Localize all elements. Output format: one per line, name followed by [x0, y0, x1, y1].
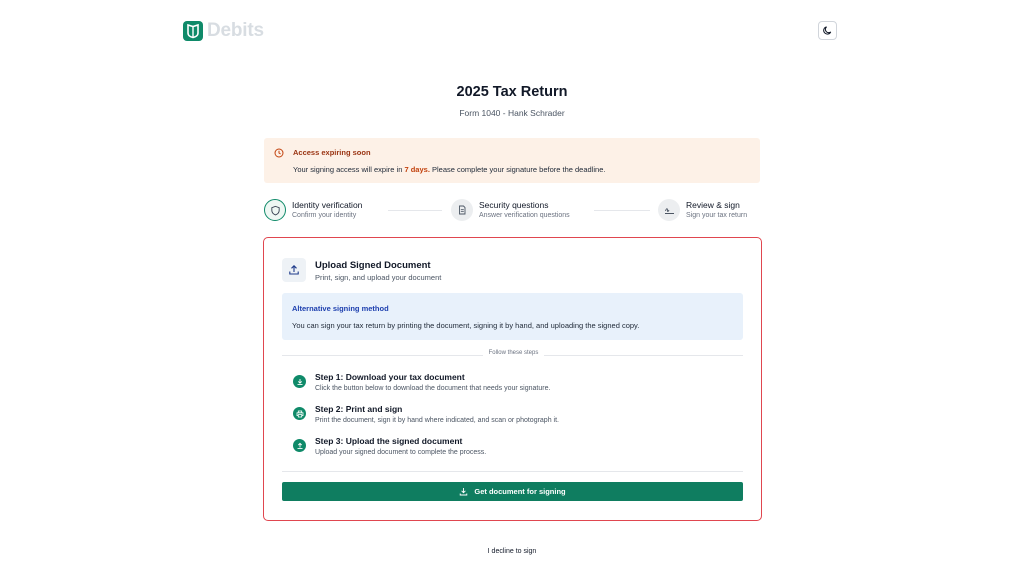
step-title: Review & sign [686, 199, 740, 210]
instruction-step: Step 3: Upload the signed document Uploa… [293, 436, 486, 458]
alert-title: Access expiring soon [293, 148, 371, 157]
step-identity-verification: Identity verification Confirm your ident… [264, 199, 362, 221]
alert-body: Your signing access will expire in 7 day… [293, 165, 606, 174]
divider-label: Follow these steps [264, 350, 763, 356]
decline-to-sign-link[interactable]: I decline to sign [488, 548, 537, 555]
printer-icon [293, 407, 306, 420]
get-document-button-label: Get document for signing [474, 487, 566, 496]
step-subtitle: Answer verification questions [479, 211, 570, 219]
brand-name: Debits [207, 20, 264, 41]
info-title: Alternative signing method [292, 304, 389, 313]
card-subtitle: Print, sign, and upload your document [315, 273, 442, 282]
step-review-sign: Review & sign Sign your tax return [658, 199, 747, 221]
decline-container: I decline to sign [0, 548, 1024, 555]
get-document-button[interactable]: Get document for signing [282, 482, 743, 501]
card-title: Upload Signed Document [315, 260, 431, 271]
info-body: You can sign your tax return by printing… [292, 321, 640, 330]
page-subtitle: Form 1040 - Hank Schrader [459, 108, 565, 118]
instruction-title: Step 1: Download your tax document [315, 372, 465, 382]
instruction-description: Print the document, sign it by hand wher… [315, 417, 559, 424]
signature-icon [658, 199, 680, 221]
divider [282, 471, 743, 472]
instruction-description: Click the button below to download the d… [315, 385, 551, 392]
step-connector [594, 210, 650, 211]
instruction-step: Step 1: Download your tax document Click… [293, 372, 550, 394]
upload-signed-document-card: Upload Signed Document Print, sign, and … [263, 237, 762, 521]
shield-icon [264, 199, 286, 221]
alert-highlight: 7 days. [404, 165, 430, 174]
theme-toggle-button[interactable] [818, 21, 837, 40]
download-icon [460, 488, 468, 496]
brand-logo[interactable]: Debits [183, 20, 264, 42]
shield-book-logo-icon [183, 21, 203, 41]
instruction-title: Step 2: Print and sign [315, 404, 403, 414]
instruction-title: Step 3: Upload the signed document [315, 436, 463, 446]
step-subtitle: Confirm your identity [292, 211, 357, 219]
document-icon [451, 199, 473, 221]
step-title: Security questions [479, 199, 549, 210]
step-title: Identity verification [292, 199, 363, 210]
download-icon [293, 375, 306, 388]
step-subtitle: Sign your tax return [686, 211, 748, 219]
clock-icon [274, 148, 284, 158]
moon-icon [823, 26, 832, 35]
upload-icon [293, 439, 306, 452]
alternative-method-info: Alternative signing method You can sign … [282, 293, 743, 340]
progress-stepper: Identity verification Confirm your ident… [264, 199, 760, 225]
access-expiring-alert: Access expiring soon Your signing access… [264, 138, 760, 183]
step-security-questions: Security questions Answer verification q… [451, 199, 570, 221]
instruction-step: Step 2: Print and sign Print the documen… [293, 404, 559, 426]
page-title: 2025 Tax Return [456, 84, 568, 100]
instruction-description: Upload your signed document to complete … [315, 449, 487, 456]
step-connector [388, 210, 442, 211]
upload-icon [282, 258, 306, 282]
